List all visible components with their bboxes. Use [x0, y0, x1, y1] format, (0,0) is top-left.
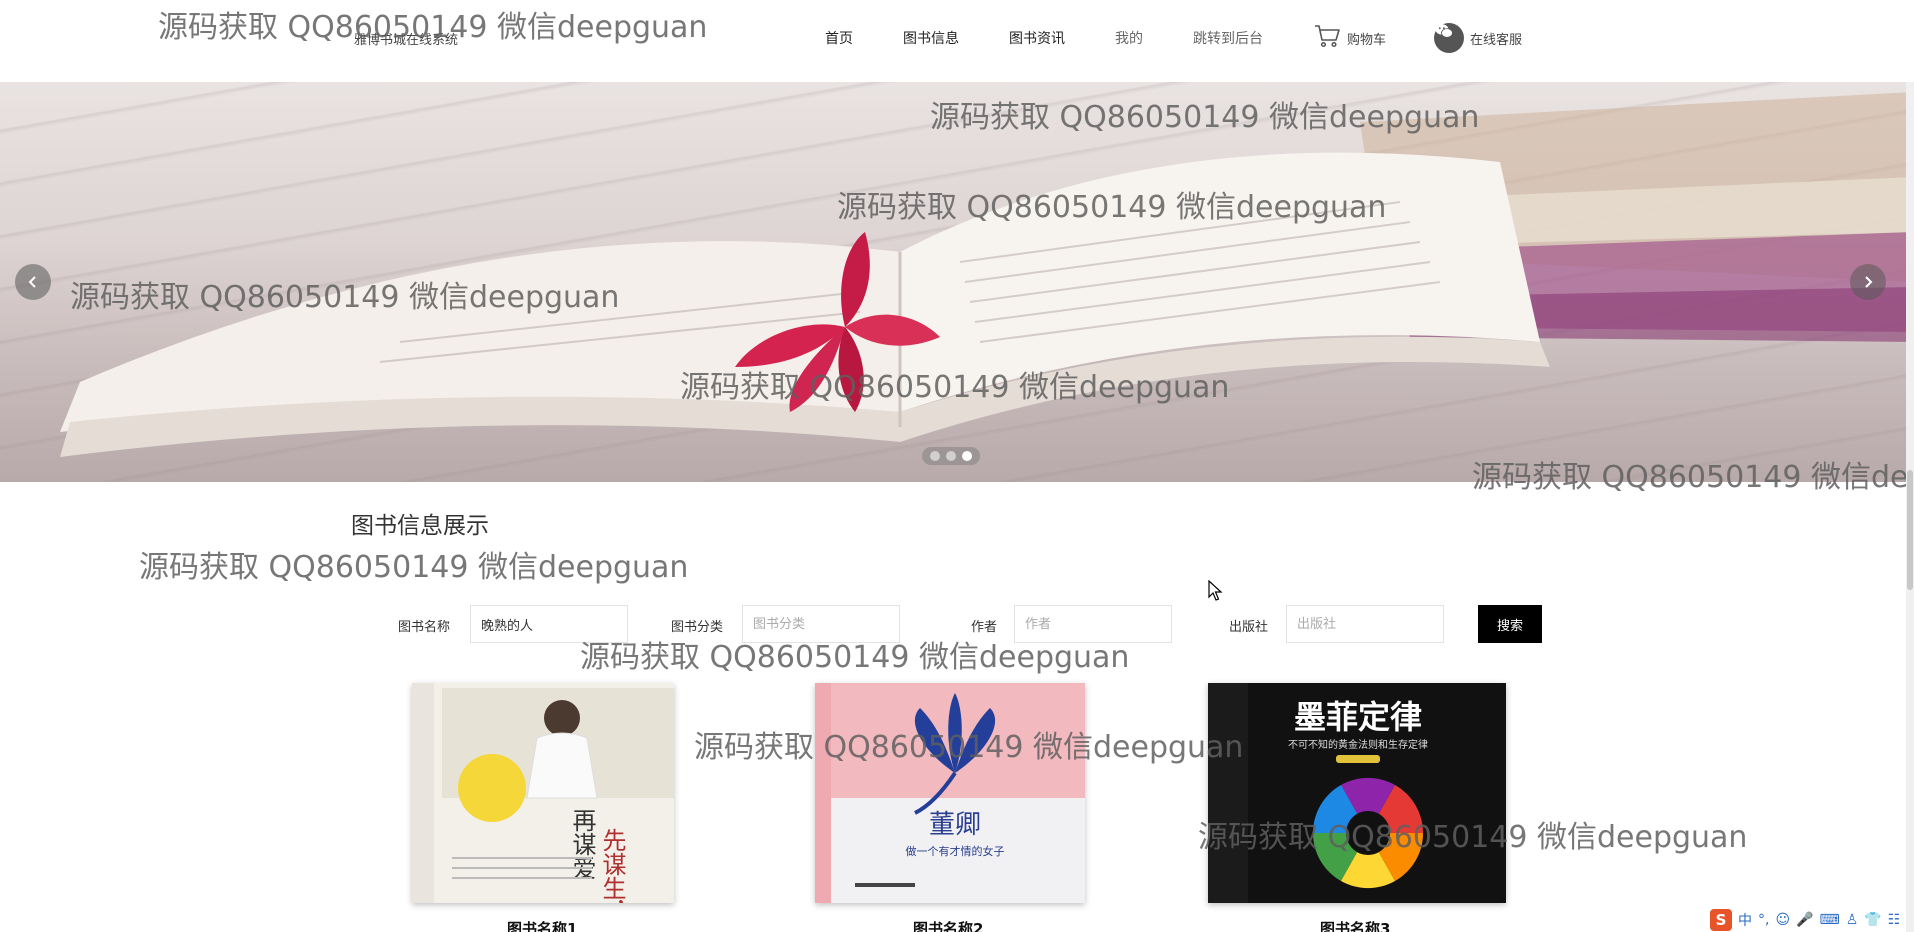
ime-toolbar[interactable]: S 中 °, ☺ 🎤 ⌨ ♙ 👕 ☷ [1706, 908, 1905, 932]
book-category-input[interactable] [742, 605, 900, 643]
top-nav-bar: 雅博书城在线系统 首页 图书信息 图书资讯 我的 跳转到后台 购物车 在线客服 [0, 0, 1914, 82]
banner-carousel[interactable] [0, 82, 1914, 482]
mouse-cursor-icon [1208, 580, 1223, 601]
publisher-input[interactable] [1286, 605, 1444, 643]
watermark: 源码获取 QQ86050149 微信deepguan [139, 550, 689, 585]
nav-home[interactable]: 首页 [825, 22, 853, 54]
cover-1-text-a: 先谋生， [598, 828, 626, 903]
nav-cart[interactable]: 购物车 [1313, 22, 1386, 54]
chevron-left-icon [28, 276, 36, 288]
page: { "header": { "brand": "雅博书城在线系统", "nav"… [0, 0, 1914, 932]
banner-next-button[interactable] [1850, 264, 1886, 300]
site-brand[interactable]: 雅博书城在线系统 [354, 29, 458, 48]
book-title-3[interactable]: 图书名称3 [1320, 918, 1390, 932]
ime-logo-icon[interactable]: S [1710, 909, 1732, 931]
nav-admin[interactable]: 跳转到后台 [1193, 22, 1263, 54]
banner-image [60, 92, 1914, 457]
ime-keyboard-icon[interactable]: ⌨ [1820, 912, 1840, 928]
nav-book-info[interactable]: 图书信息 [903, 22, 959, 54]
book-cover-1[interactable]: 先谋生， 再谋爱 [412, 683, 674, 903]
cover-2-title: 董卿 [929, 810, 981, 840]
wechat-icon [1434, 23, 1465, 53]
author-input[interactable] [1014, 605, 1172, 643]
scrollbar-thumb[interactable] [1907, 470, 1913, 590]
book-cover-2[interactable]: 董卿 做一个有才情的女子 [815, 683, 1085, 903]
search-form: 图书名称 图书分类 作者 出版社 搜索 [0, 605, 1914, 643]
ime-punctuation-icon[interactable]: °, [1758, 912, 1769, 928]
ime-voice-icon[interactable]: 🎤 [1796, 912, 1813, 928]
nav-online-service-label: 在线客服 [1470, 32, 1523, 48]
main-nav: 首页 图书信息 图书资讯 我的 跳转到后台 购物车 在线客服 [825, 22, 1572, 54]
carousel-dot-active[interactable] [962, 451, 972, 461]
cover-2-subtitle: 做一个有才情的女子 [906, 844, 1005, 858]
carousel-dot[interactable] [930, 451, 940, 461]
section-title: 图书信息展示 [351, 513, 489, 539]
book-category-label: 图书分类 [671, 620, 724, 635]
cover-1-text-b: 再谋爱 [568, 808, 596, 880]
book-title-2[interactable]: 图书名称2 [913, 918, 983, 932]
ime-emoji-icon[interactable]: ☺ [1775, 912, 1790, 928]
author-label: 作者 [971, 620, 998, 635]
nav-book-news[interactable]: 图书资讯 [1009, 22, 1065, 54]
carousel-indicators [922, 447, 980, 465]
ime-menu-icon[interactable]: ☷ [1888, 912, 1901, 928]
cover-3-title: 墨菲定律 [1294, 698, 1422, 736]
banner-prev-button[interactable] [15, 264, 51, 300]
cover-3-subtitle: 不可不知的黄金法则和生存定律 [1288, 738, 1428, 751]
nav-my[interactable]: 我的 [1115, 22, 1143, 54]
search-button[interactable]: 搜索 [1478, 605, 1542, 643]
book-name-input[interactable] [470, 605, 628, 643]
nav-online-service[interactable]: 在线客服 [1434, 22, 1522, 54]
carousel-dot[interactable] [946, 451, 956, 461]
ime-user-icon[interactable]: ♙ [1846, 912, 1859, 928]
book-title-1[interactable]: 图书名称1 [507, 918, 577, 932]
nav-cart-label: 购物车 [1347, 32, 1387, 48]
chevron-right-icon [1865, 276, 1873, 288]
publisher-label: 出版社 [1229, 620, 1269, 635]
cart-icon [1313, 22, 1341, 54]
ime-skin-icon[interactable]: 👕 [1864, 912, 1881, 928]
ime-mode[interactable]: 中 [1738, 910, 1752, 930]
book-cover-3[interactable]: 墨菲定律 不可不知的黄金法则和生存定律 [1208, 683, 1506, 903]
book-name-label: 图书名称 [398, 620, 451, 635]
